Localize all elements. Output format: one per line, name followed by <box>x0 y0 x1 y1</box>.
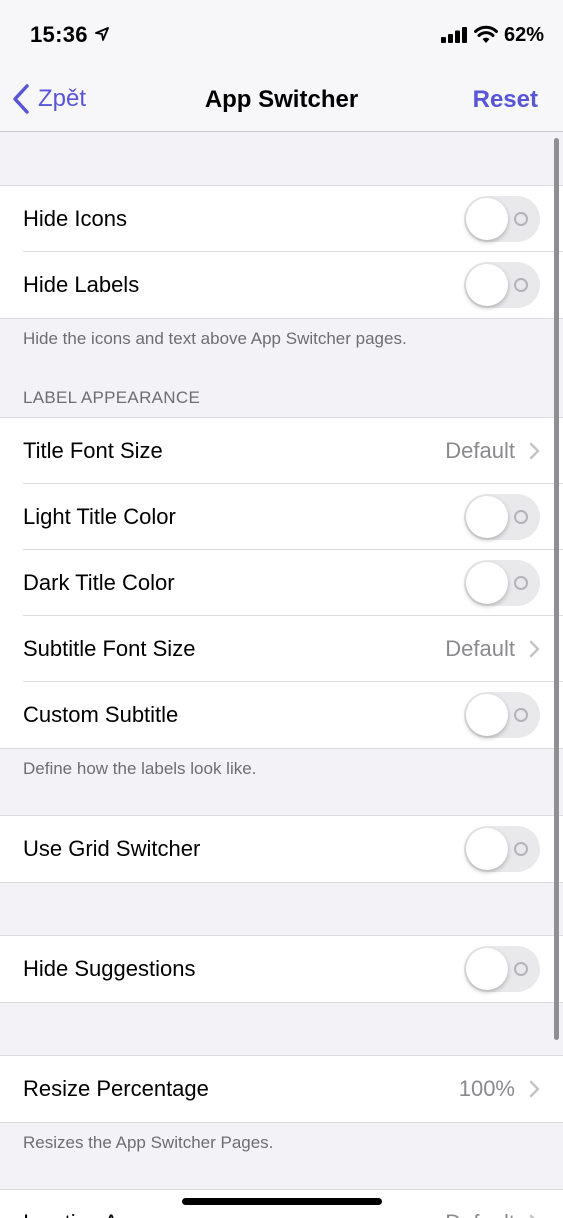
light-title-color-label: Light Title Color <box>23 504 176 529</box>
inactive-apps-label: Inactive Apps <box>23 1210 445 1218</box>
resize-percentage-value: 100% <box>458 1076 515 1101</box>
inactive-apps-value: Default <box>445 1210 515 1218</box>
label-appearance-footer: Define how the labels look like. <box>23 759 257 778</box>
vertical-scrollbar[interactable] <box>554 138 559 1040</box>
hide-icons-toggle[interactable] <box>464 196 540 242</box>
cellular-signal-icon <box>441 27 467 43</box>
settings-list: Hide Icons Hide Labels Hide the icons an… <box>0 133 563 1218</box>
custom-subtitle-row: Custom Subtitle <box>0 681 563 748</box>
custom-subtitle-label: Custom Subtitle <box>23 702 179 727</box>
title-font-size-label: Title Font Size <box>23 438 163 463</box>
visibility-group: Hide Icons Hide Labels <box>0 185 563 319</box>
subtitle-font-size-label: Subtitle Font Size <box>23 636 196 661</box>
home-indicator[interactable] <box>182 1198 382 1205</box>
subtitle-font-size-row[interactable]: Subtitle Font Size Default <box>0 615 563 682</box>
custom-subtitle-toggle[interactable] <box>464 692 540 738</box>
resize-group: Resize Percentage 100% <box>0 1055 563 1123</box>
hide-labels-label: Hide Labels <box>23 272 140 297</box>
resize-footer: Resizes the App Switcher Pages. <box>23 1133 274 1152</box>
hide-suggestions-toggle[interactable] <box>464 946 540 992</box>
visibility-footer: Hide the icons and text above App Switch… <box>23 329 407 348</box>
dark-title-color-row: Dark Title Color <box>0 549 563 616</box>
label-appearance-header: LABEL APPEARANCE <box>23 388 201 407</box>
reset-button[interactable]: Reset <box>473 86 538 114</box>
use-grid-switcher-label: Use Grid Switcher <box>23 836 201 861</box>
hide-labels-toggle[interactable] <box>464 262 540 308</box>
chevron-right-icon <box>529 1214 535 1218</box>
light-title-color-row: Light Title Color <box>0 483 563 550</box>
title-font-size-value: Default <box>445 438 515 463</box>
title-font-size-row[interactable]: Title Font Size Default <box>0 418 563 484</box>
dark-title-color-toggle[interactable] <box>464 560 540 606</box>
status-bar: 15:36 62% <box>0 0 563 70</box>
hide-suggestions-row: Hide Suggestions <box>0 936 563 1002</box>
resize-percentage-label: Resize Percentage <box>23 1076 209 1101</box>
hide-labels-row: Hide Labels <box>0 251 563 318</box>
light-title-color-toggle[interactable] <box>464 494 540 540</box>
grid-group: Use Grid Switcher <box>0 815 563 883</box>
subtitle-font-size-value: Default <box>445 636 515 661</box>
wifi-icon <box>474 25 498 43</box>
hide-icons-row: Hide Icons <box>0 186 563 252</box>
navigation-bar: Zpět App Switcher Reset <box>0 70 563 132</box>
location-arrow-icon <box>95 27 109 41</box>
use-grid-switcher-row: Use Grid Switcher <box>0 816 563 882</box>
hide-suggestions-label: Hide Suggestions <box>23 956 196 981</box>
label-appearance-group: Title Font Size Default Light Title Colo… <box>0 417 563 749</box>
chevron-right-icon <box>529 640 540 658</box>
suggestions-group: Hide Suggestions <box>0 935 563 1003</box>
chevron-right-icon <box>529 442 540 460</box>
chevron-right-icon <box>529 1080 540 1098</box>
battery-percentage: 62% <box>504 24 545 46</box>
use-grid-switcher-toggle[interactable] <box>464 826 540 872</box>
hide-icons-label: Hide Icons <box>23 206 127 231</box>
dark-title-color-label: Dark Title Color <box>23 570 175 595</box>
resize-percentage-row[interactable]: Resize Percentage 100% <box>0 1056 563 1122</box>
status-time: 15:36 <box>30 22 88 47</box>
